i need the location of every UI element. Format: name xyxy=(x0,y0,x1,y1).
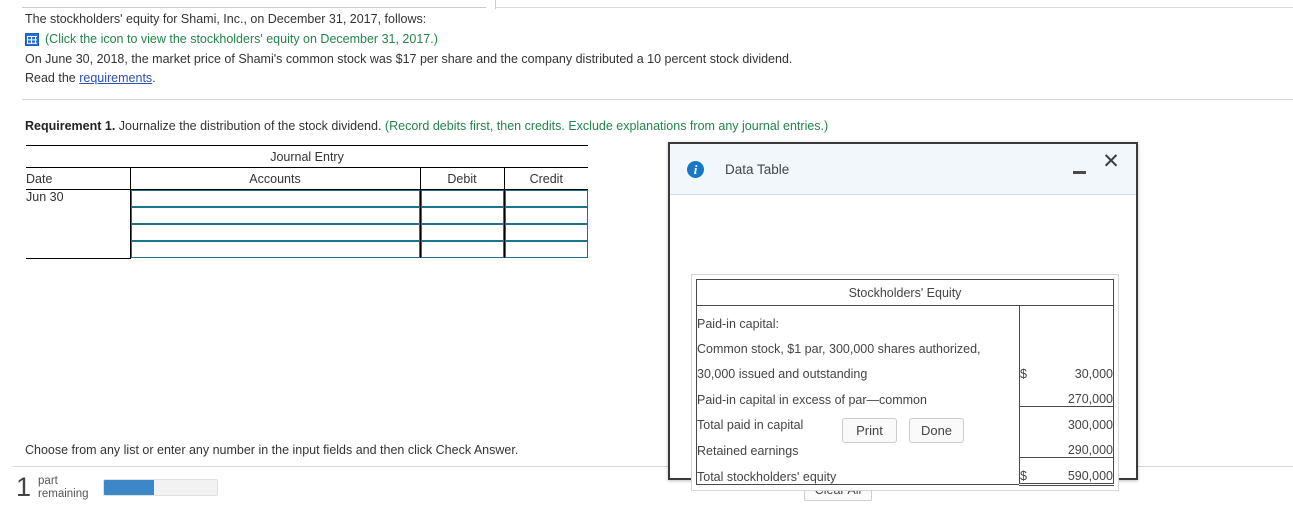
accounts-input-3[interactable] xyxy=(130,224,420,241)
requirement-hint: (Record debits first, then credits. Excl… xyxy=(384,119,829,133)
debit-input-4[interactable] xyxy=(420,241,504,258)
column-header-accounts: Accounts xyxy=(130,167,421,190)
requirement-1-text: Requirement 1. Journalize the distributi… xyxy=(25,118,828,134)
spreadsheet-grid-icon[interactable] xyxy=(25,32,39,46)
credit-cell-2 xyxy=(504,207,589,224)
equity-currency-2: $ xyxy=(1018,356,1042,381)
parts-label: part remaining xyxy=(38,475,103,500)
credit-cell-3 xyxy=(504,224,589,241)
table-row: Paid-in capital: xyxy=(697,305,1114,332)
data-table-dialog: i Data Table ✕ Stockholders' Equity Paid… xyxy=(668,142,1138,491)
equity-currency-6: $ xyxy=(1018,457,1042,486)
accounts-cell-2 xyxy=(130,207,421,224)
read-suffix: . xyxy=(152,71,156,85)
progress-bar-fill xyxy=(103,480,155,495)
equity-label-1: Common stock, $1 par, 300,000 shares aut… xyxy=(697,342,981,356)
journal-date-cell-empty-2 xyxy=(26,207,131,224)
info-icon: i xyxy=(687,160,704,178)
column-header-date: Date xyxy=(26,167,131,190)
credit-input-3[interactable] xyxy=(504,224,589,241)
read-prefix: Read the xyxy=(25,71,80,85)
problem-line-3: On June 30, 2018, the market price of Sh… xyxy=(25,52,793,66)
accounts-cell-4 xyxy=(130,241,421,258)
progress-bar xyxy=(102,479,218,496)
dialog-buttons: Print Done xyxy=(670,418,1136,443)
toolbar-divider-right xyxy=(496,7,1293,8)
close-icon[interactable]: ✕ xyxy=(1099,150,1123,174)
equity-amount-0 xyxy=(1041,306,1113,332)
equity-currency-1 xyxy=(1018,331,1042,356)
journal-date-cell-empty-4 xyxy=(26,241,131,259)
credit-input-2[interactable] xyxy=(504,207,589,224)
table-row xyxy=(26,241,589,259)
accounts-input-2[interactable] xyxy=(130,207,420,224)
equity-currency-3 xyxy=(1018,381,1042,407)
toolbar-strip xyxy=(0,0,1293,9)
print-button[interactable]: Print xyxy=(842,418,897,443)
equity-label-6: Total stockholders' equity xyxy=(697,470,837,484)
debit-cell-2 xyxy=(420,207,505,224)
equity-label-2: 30,000 issued and outstanding xyxy=(697,367,868,381)
equity-table-container: Stockholders' Equity Paid-in capital: Co… xyxy=(691,274,1119,491)
debit-cell-4 xyxy=(420,241,505,258)
problem-statement: The stockholders' equity for Shami, Inc.… xyxy=(0,9,1293,88)
journal-date-cell-empty-3 xyxy=(26,224,131,241)
section-divider xyxy=(22,99,1293,100)
done-button[interactable]: Done xyxy=(909,418,964,443)
read-requirements-line: Read the requirements. xyxy=(0,69,1293,88)
dialog-title: Data Table xyxy=(725,161,790,177)
table-row: Total stockholders' equity $ 590,000 xyxy=(697,457,1114,486)
dialog-titlebar[interactable]: i Data Table ✕ xyxy=(670,144,1136,195)
table-row: 30,000 issued and outstanding $ 30,000 xyxy=(697,356,1114,381)
debit-cell-3 xyxy=(420,224,505,241)
requirements-link[interactable]: requirements xyxy=(79,71,152,85)
data-table-link-text[interactable]: (Click the icon to view the stockholders… xyxy=(45,29,438,49)
debit-input-3[interactable] xyxy=(420,224,504,241)
credit-input-4[interactable] xyxy=(504,241,589,258)
journal-date-cell: Jun 30 xyxy=(26,189,131,207)
equity-label-0: Paid-in capital: xyxy=(697,317,779,331)
credit-cell-1 xyxy=(504,190,589,207)
equity-amount-3: 270,000 xyxy=(1067,392,1113,406)
table-row: Common stock, $1 par, 300,000 shares aut… xyxy=(697,331,1114,356)
column-header-credit: Credit xyxy=(504,167,589,190)
journal-title: Journal Entry xyxy=(26,145,589,168)
journal-entry-table: Journal Entry Date Accounts Debit Credit… xyxy=(26,145,589,259)
problem-line-1: The stockholders' equity for Shami, Inc.… xyxy=(25,12,427,26)
parts-label-line1: part xyxy=(38,475,58,487)
equity-amount-2: 30,000 xyxy=(1074,367,1113,381)
equity-table-title: Stockholders' Equity xyxy=(696,279,1114,306)
requirement-body: Journalize the distribution of the stock… xyxy=(115,119,385,133)
column-header-debit: Debit xyxy=(420,167,505,190)
data-table-link-row[interactable]: (Click the icon to view the stockholders… xyxy=(0,29,1293,49)
debit-input-1[interactable] xyxy=(420,190,504,207)
accounts-input-4[interactable] xyxy=(130,241,420,258)
equity-amount-1 xyxy=(1041,331,1113,356)
dialog-body: Stockholders' Equity Paid-in capital: Co… xyxy=(670,195,1136,491)
parts-label-line2: remaining xyxy=(38,487,89,500)
table-row: Paid-in capital in excess of par—common … xyxy=(697,381,1114,407)
parts-count: 1 xyxy=(16,472,32,502)
parts-remaining: 1 part remaining xyxy=(16,474,218,501)
table-row: Jun 30 xyxy=(26,189,589,207)
table-row xyxy=(26,224,589,241)
debit-cell-1 xyxy=(420,189,505,207)
equity-currency-0 xyxy=(1018,305,1042,331)
accounts-cell-1 xyxy=(130,189,421,207)
accounts-cell-3 xyxy=(130,224,421,241)
requirement-label: Requirement 1. xyxy=(25,119,116,133)
equity-amount-6: 590,000 xyxy=(1041,457,1114,486)
credit-cell-4 xyxy=(504,241,589,258)
debit-input-2[interactable] xyxy=(420,207,504,224)
equity-label-3: Paid-in capital in excess of par—common xyxy=(697,392,927,407)
bottom-instruction: Choose from any list or enter any number… xyxy=(25,443,519,457)
toolbar-divider-left xyxy=(22,7,486,8)
minimize-icon[interactable] xyxy=(1071,160,1089,178)
credit-input-1[interactable] xyxy=(504,190,589,207)
accounts-input-1[interactable] xyxy=(130,190,420,207)
table-row xyxy=(26,207,589,224)
